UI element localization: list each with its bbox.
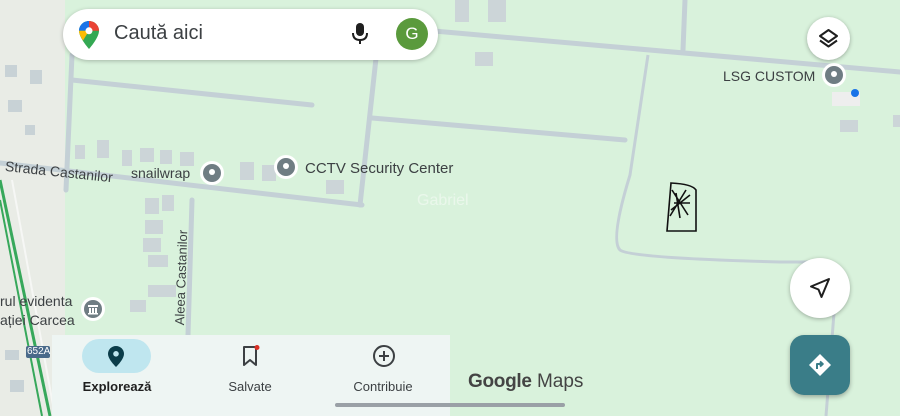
my-location-button[interactable] (790, 258, 850, 318)
avatar[interactable]: G (396, 18, 428, 50)
search-bar[interactable]: Caută aici G (63, 9, 438, 60)
place-label-lsg-custom[interactable]: LSG CUSTOM (723, 68, 815, 84)
logo-google: Google (468, 371, 532, 392)
navigation-arrow-icon (810, 278, 830, 298)
bookmark-icon (243, 345, 260, 366)
place-pin-icon[interactable] (273, 154, 299, 180)
explore-pin-icon (108, 346, 124, 367)
add-circle-icon (373, 345, 395, 367)
tab-explore[interactable]: Explorează (52, 335, 182, 416)
place-label-evidenta[interactable]: rul evidenta (0, 293, 72, 309)
microphone-icon[interactable] (351, 22, 369, 46)
tab-contribute-label: Contribuie (353, 379, 413, 394)
google-maps-logo: Google Maps (468, 371, 583, 393)
layers-button[interactable] (807, 17, 850, 60)
watermark-label: Gabriel (417, 192, 469, 209)
directions-icon (809, 354, 831, 376)
road-shield-label: 652A (27, 346, 51, 357)
layers-icon (819, 29, 838, 48)
place-label-snailwrap[interactable]: snailwrap (131, 165, 190, 181)
tab-saved-label: Salvate (228, 379, 272, 394)
directions-button[interactable] (790, 335, 850, 395)
home-indicator[interactable] (335, 403, 565, 407)
place-pin-icon[interactable] (199, 160, 225, 186)
logo-maps: Maps (536, 371, 584, 392)
tab-explore-label: Explorează (82, 379, 152, 394)
place-label-cctv[interactable]: CCTV Security Center (305, 160, 453, 177)
place-label-evidenta-2[interactable]: ației Carcea (0, 312, 75, 328)
place-pin-icon[interactable] (821, 62, 847, 88)
google-maps-pin-icon (79, 21, 99, 49)
tab-saved[interactable]: Salvate (185, 335, 315, 416)
search-input[interactable]: Caută aici (114, 22, 203, 45)
government-building-icon[interactable] (80, 296, 106, 322)
